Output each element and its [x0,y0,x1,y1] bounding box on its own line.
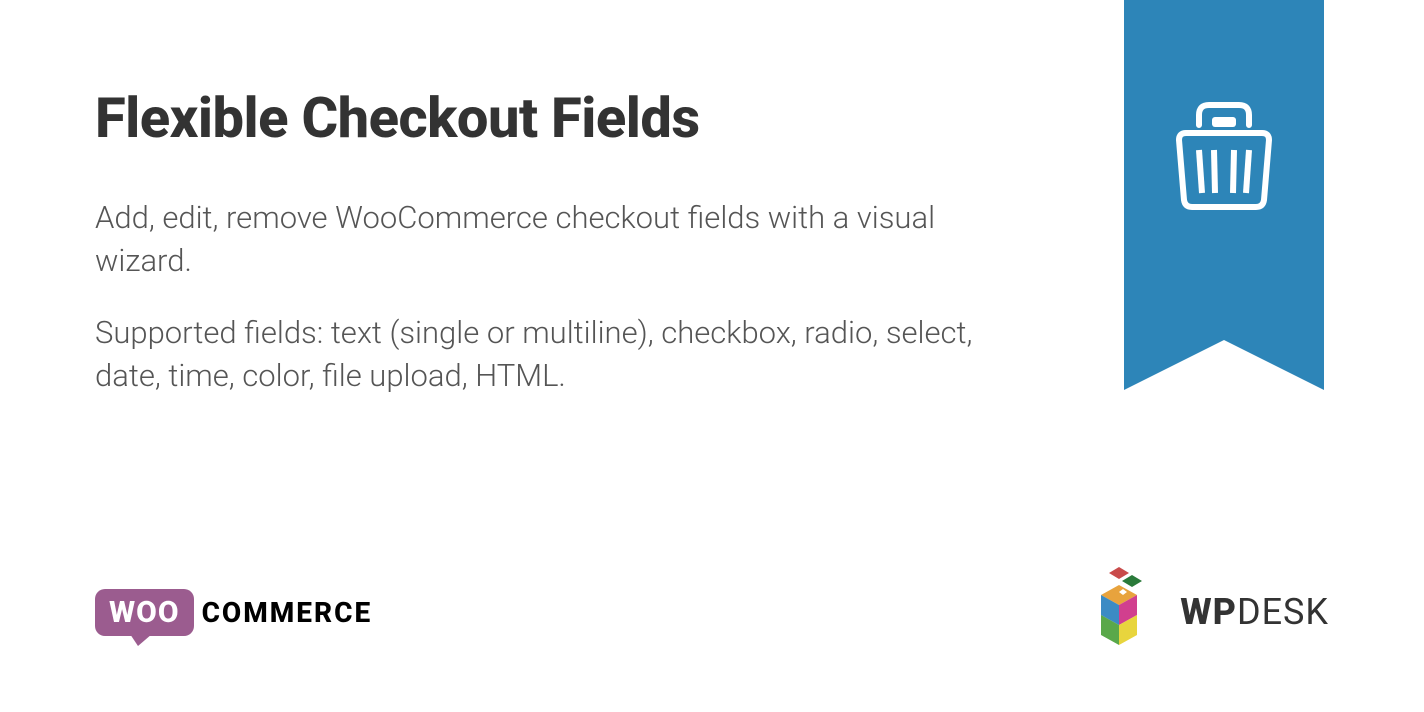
commerce-text: COMMERCE [202,596,373,629]
wpdesk-logo: WPDESK [1077,567,1329,657]
woo-bubble: WOO [95,589,194,636]
wpdesk-text: WPDESK [1180,591,1329,633]
ribbon-banner [1124,0,1324,340]
woocommerce-logo: WOO COMMERCE [95,589,372,636]
description-2: Supported fields: text (single or multil… [95,311,975,398]
wpdesk-icon [1077,567,1162,657]
basket-icon [1164,95,1284,215]
footer: WOO COMMERCE WPDESK [95,567,1329,657]
description-1: Add, edit, remove WooCommerce checkout f… [95,196,975,283]
